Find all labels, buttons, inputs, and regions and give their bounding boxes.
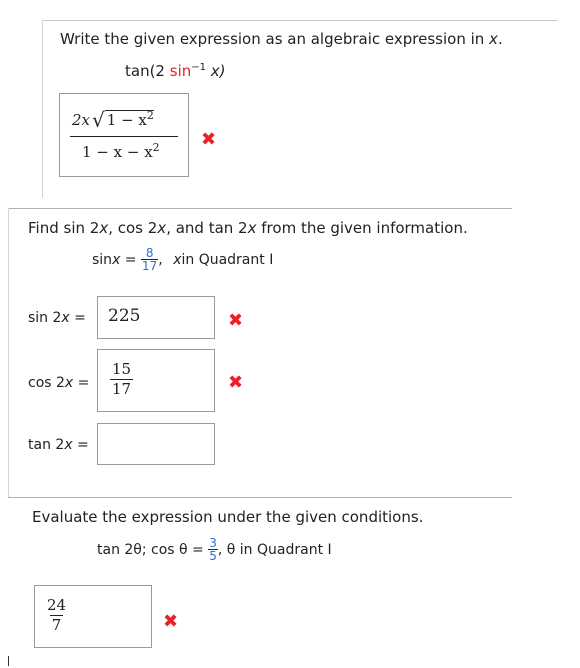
given-cos-fraction: 3 5 [208,536,218,563]
tan-2x-answer-box[interactable] [97,423,215,465]
question-3-fraction: 24 7 [47,596,67,635]
section-left-border [42,20,43,198]
answer-numerator: 2x √ 1 − x2 [72,108,154,132]
question-1-prompt: Write the given expression as an algebra… [60,30,503,48]
question-3-answer-box[interactable]: 24 7 [34,585,152,648]
sin-2x-label: sin 2x = [28,310,86,326]
sin-2x-answer-box[interactable]: 225 [97,296,215,339]
cos-2x-answer-box[interactable]: 15 17 [97,349,215,412]
question-3-given: tan 2θ; cos θ = 3 5 , θ in Quadrant I [97,536,332,563]
page-edge-mark [8,656,9,666]
question-2-prompt: Find sin 2x, cos 2x, and tan 2x from the… [28,219,468,237]
tan-2x-label: tan 2x = [28,437,89,453]
answer-fraction-bar [70,136,178,137]
section-divider-2 [8,208,512,209]
wrong-icon: ✖ [163,611,179,632]
sin-2x-value: 225 [108,306,141,326]
wrong-icon: ✖ [228,310,244,331]
question-1-answer-box[interactable]: 2x √ 1 − x2 1 − x − x2 [59,93,189,177]
section-divider-3 [8,497,512,498]
wrong-icon: ✖ [228,372,244,393]
given-fraction: 8 17 [141,246,159,273]
section-divider-top [42,20,558,21]
question-3-prompt: Evaluate the expression under the given … [32,508,424,526]
answer-denominator: 1 − x − x2 [82,141,160,161]
question-1-expression: tan(2 sin−1 x) [125,62,226,80]
section-2-left-border [8,208,9,498]
cos-2x-fraction: 15 17 [110,360,134,399]
cos-2x-label: cos 2x = [28,375,90,391]
wrong-icon: ✖ [201,129,217,150]
question-2-given: sin x = 8 17 , x in Quadrant I [92,246,274,273]
